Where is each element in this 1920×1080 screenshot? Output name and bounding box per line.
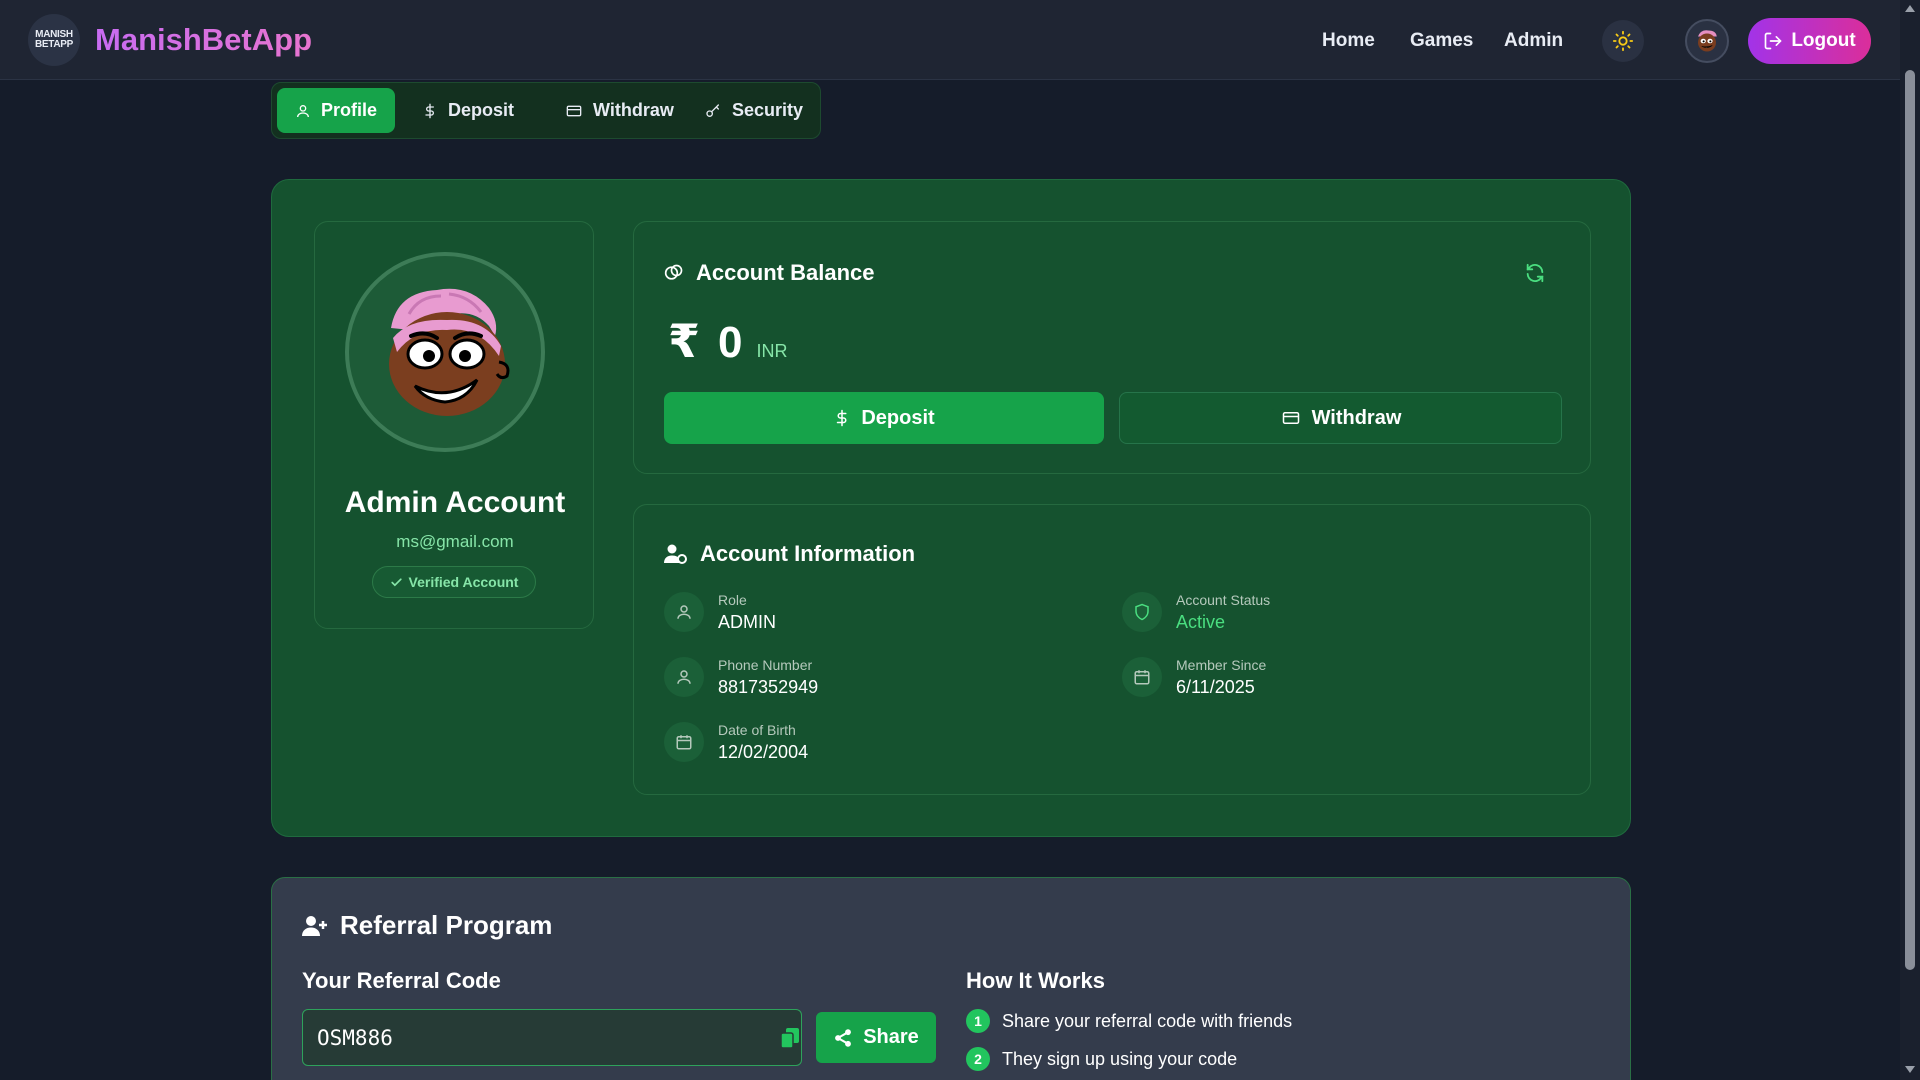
- referral-step: 1 Share your referral code with friends: [966, 1009, 1292, 1033]
- info-label: Role: [718, 592, 747, 608]
- info-member-since: Member Since 6/11/2025: [1122, 655, 1266, 698]
- tab-label: Deposit: [448, 100, 515, 120]
- tab-label: Profile: [321, 100, 378, 120]
- logo-badge[interactable]: MANISH BETAPP: [28, 14, 80, 66]
- tab-withdraw[interactable]: Withdraw: [547, 88, 692, 133]
- shield-icon: [1122, 592, 1162, 632]
- info-value: 8817352949: [718, 677, 819, 697]
- top-navbar: MANISH BETAPP ManishBetApp Home Games Ad…: [0, 0, 1900, 80]
- deposit-label: Deposit: [861, 406, 935, 429]
- referral-title-label: Referral Program: [340, 910, 553, 940]
- account-info-label: Account Information: [700, 541, 916, 566]
- how-it-works-heading: How It Works: [966, 968, 1105, 993]
- nav-link-games[interactable]: Games: [1410, 30, 1473, 52]
- calendar-icon: [1122, 657, 1162, 697]
- referral-code-heading: Your Referral Code: [302, 968, 501, 993]
- info-value: 12/02/2004: [718, 742, 809, 762]
- step-text: Share your referral code with friends: [1002, 1010, 1293, 1031]
- balance-title: Account Balance: [664, 260, 875, 286]
- info-label: Account Status: [1176, 592, 1271, 608]
- brand-title[interactable]: ManishBetApp: [95, 22, 312, 58]
- refresh-icon: [1526, 263, 1544, 283]
- referral-code-value: OSM886: [317, 1025, 393, 1050]
- referral-section: Referral Program Your Referral Code OSM8…: [271, 877, 1631, 1080]
- avatar-icon: [1698, 30, 1717, 52]
- step-text: They sign up using your code: [1002, 1048, 1238, 1069]
- info-label: Member Since: [1176, 657, 1267, 673]
- tab-label: Security: [732, 100, 804, 120]
- user-icon: [664, 657, 704, 697]
- logout-label: Logout: [1791, 30, 1856, 51]
- step-number: 2: [966, 1047, 990, 1071]
- referral-step: 2 They sign up using your code: [966, 1047, 1237, 1071]
- user-icon: [297, 104, 309, 117]
- tab-profile[interactable]: Profile: [277, 88, 396, 133]
- copy-button[interactable]: [780, 1028, 799, 1053]
- verified-label: Verified Account: [408, 574, 519, 590]
- profile-name: Admin Account: [344, 486, 566, 519]
- share-button[interactable]: Share: [816, 1012, 936, 1063]
- referral-code-field[interactable]: OSM886: [302, 1009, 802, 1066]
- referral-title: Referral Program: [302, 910, 552, 941]
- page-scrollbar[interactable]: [1900, 0, 1920, 1080]
- user-icon: [664, 592, 704, 632]
- key-icon: [706, 103, 719, 117]
- logout-button[interactable]: Logout: [1748, 18, 1871, 64]
- verified-badge: Verified Account: [372, 566, 536, 598]
- info-label: Date of Birth: [718, 722, 796, 738]
- scroll-up-arrow[interactable]: [1905, 5, 1915, 12]
- user-settings-icon: [664, 544, 687, 564]
- calendar-icon: [664, 722, 704, 762]
- user-plus-icon: [302, 915, 327, 936]
- sun-icon: [1612, 30, 1634, 52]
- info-value: 6/11/2025: [1176, 677, 1255, 697]
- coins-icon: [664, 264, 683, 280]
- user-avatar-button[interactable]: [1685, 19, 1729, 63]
- logout-icon: [1764, 32, 1782, 50]
- account-info-card: Account Information Role ADMIN Account St…: [633, 504, 1591, 795]
- card-icon: [566, 105, 582, 116]
- deposit-button[interactable]: Deposit: [664, 392, 1104, 444]
- balance-card: Account Balance ₹ 0 INR Deposit Withdraw: [633, 221, 1591, 474]
- balance-amount: ₹ 0 INR: [668, 314, 788, 368]
- tab-security[interactable]: Security: [686, 88, 821, 133]
- account-tabs: Profile Deposit Withdraw Security: [271, 82, 821, 139]
- nav-link-home[interactable]: Home: [1322, 30, 1375, 52]
- info-phone: Phone Number 8817352949: [664, 655, 818, 698]
- withdraw-label: Withdraw: [1311, 406, 1402, 429]
- currency-symbol: ₹: [668, 315, 701, 367]
- withdraw-button[interactable]: Withdraw: [1119, 392, 1562, 444]
- check-icon: [390, 577, 402, 586]
- profile-email: ms@gmail.com: [396, 532, 514, 551]
- tab-deposit[interactable]: Deposit: [404, 88, 532, 133]
- info-role: Role ADMIN: [664, 590, 776, 633]
- info-value: Active: [1176, 612, 1226, 632]
- card-icon: [1282, 412, 1299, 424]
- dollar-icon: [425, 103, 434, 118]
- scroll-thumb[interactable]: [1905, 70, 1915, 970]
- dollar-icon: [837, 409, 847, 427]
- account-info-title: Account Information: [664, 541, 915, 567]
- nav-link-admin[interactable]: Admin: [1504, 30, 1563, 52]
- balance-number: 0: [718, 318, 743, 367]
- balance-title-label: Account Balance: [696, 260, 875, 285]
- info-label: Phone Number: [718, 657, 813, 673]
- avatar-illustration: [389, 288, 510, 416]
- info-date-of-birth: Date of Birth 12/02/2004: [664, 720, 808, 763]
- copy-icon: [780, 1028, 799, 1049]
- step-number: 1: [966, 1009, 990, 1033]
- theme-toggle-button[interactable]: [1602, 20, 1644, 62]
- profile-avatar: [345, 252, 545, 452]
- scroll-down-arrow[interactable]: [1905, 1066, 1915, 1073]
- share-label: Share: [863, 1026, 919, 1048]
- profile-panel: Admin Account ms@gmail.com Verified Acco…: [271, 179, 1631, 837]
- share-icon: [835, 1028, 852, 1047]
- profile-card: Admin Account ms@gmail.com Verified Acco…: [314, 221, 594, 629]
- info-value: ADMIN: [718, 612, 776, 632]
- info-account-status: Account Status Active: [1122, 590, 1270, 633]
- refresh-button[interactable]: [1524, 262, 1546, 289]
- tab-label: Withdraw: [593, 100, 674, 120]
- currency-code: INR: [756, 341, 788, 361]
